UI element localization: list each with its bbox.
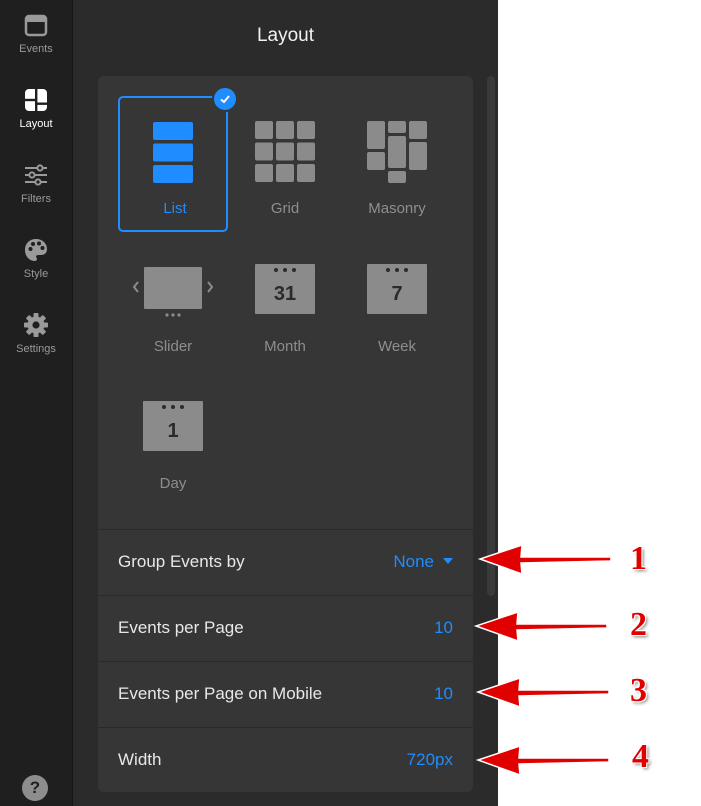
nav-item-layout[interactable]: Layout	[0, 75, 72, 145]
calendar-glyph: 1	[167, 420, 178, 442]
setting-value: None	[393, 552, 434, 571]
nav-rail: Events Layout Filters Style Settings ?	[0, 0, 73, 806]
callout-number-4: 4	[632, 738, 649, 775]
layout-option-month[interactable]: 31 Month	[230, 234, 340, 370]
setting-label: Width	[118, 750, 162, 769]
setting-group-events-by[interactable]: Group Events by None	[98, 530, 473, 595]
callout-arrow-2	[473, 610, 608, 643]
layout-option-list[interactable]: List	[118, 86, 238, 232]
setting-label: Group Events by	[118, 552, 245, 571]
callout-arrow-4	[475, 744, 610, 777]
list-layout-icon	[153, 122, 193, 183]
layout-option-label: List	[163, 200, 187, 217]
callout-number-3: 3	[630, 672, 647, 709]
layout-option-label: Grid	[270, 200, 300, 217]
masonry-layout-icon	[367, 121, 427, 183]
layout-option-masonry[interactable]: Masonry	[342, 96, 452, 232]
layout-option-label: Masonry	[368, 200, 426, 217]
calendar-glyph: 31	[274, 283, 296, 305]
layout-card: List Grid Masonry Slider 31 Month 7 Week…	[98, 76, 473, 792]
events-per-page-mobile-input[interactable]: 10	[434, 684, 453, 704]
help-icon[interactable]: ?	[22, 775, 48, 801]
panel-title: Layout	[256, 25, 315, 46]
nav-item-events[interactable]: Events	[0, 0, 72, 70]
layout-option-label: Week	[377, 338, 417, 355]
nav-label: Layout	[19, 118, 53, 130]
nav-label: Filters	[21, 193, 51, 205]
callout-arrow-3	[475, 676, 610, 709]
setting-events-per-page[interactable]: Events per Page 10	[98, 596, 473, 661]
setting-label: Events per Page	[118, 618, 244, 637]
layout-option-grid[interactable]: Grid	[230, 96, 340, 232]
layout-panel: Layout List Grid Masonry Slider 31 Month…	[73, 0, 498, 806]
panel-scrollbar[interactable]	[487, 76, 495, 596]
layout-option-slider[interactable]: Slider	[118, 234, 228, 370]
sliders-icon	[23, 162, 49, 188]
layout-option-day[interactable]: 1 Day	[118, 371, 228, 507]
layout-icon	[23, 87, 49, 113]
events-per-page-input[interactable]: 10	[434, 618, 453, 638]
month-calendar-icon: 31	[255, 264, 315, 314]
width-input[interactable]: 720px	[407, 750, 453, 770]
layout-option-label: Day	[159, 475, 187, 492]
setting-width[interactable]: Width 720px	[98, 728, 473, 793]
callout-number-1: 1	[630, 540, 647, 577]
gear-icon	[23, 312, 49, 338]
palette-icon	[23, 237, 49, 263]
setting-events-per-page-mobile[interactable]: Events per Page on Mobile 10	[98, 662, 473, 727]
callout-arrow-1	[477, 543, 612, 576]
caret-down-icon	[443, 557, 453, 564]
group-events-select[interactable]: None	[393, 552, 453, 572]
nav-item-settings[interactable]: Settings	[0, 300, 72, 370]
calendar-icon	[23, 12, 49, 38]
layout-option-label: Month	[264, 338, 306, 355]
nav-label: Settings	[16, 343, 56, 355]
nav-item-filters[interactable]: Filters	[0, 150, 72, 220]
callout-number-2: 2	[630, 606, 647, 643]
week-calendar-icon: 7	[367, 264, 427, 314]
nav-label: Style	[23, 268, 49, 280]
layout-option-label: Slider	[153, 338, 193, 355]
setting-label: Events per Page on Mobile	[118, 684, 323, 703]
day-calendar-icon: 1	[143, 401, 203, 451]
grid-layout-icon	[255, 121, 315, 182]
nav-label: Events	[19, 43, 53, 55]
calendar-glyph: 7	[391, 283, 402, 305]
slider-layout-icon	[133, 267, 213, 317]
layout-option-week[interactable]: 7 Week	[342, 234, 452, 370]
nav-item-style[interactable]: Style	[0, 225, 72, 295]
